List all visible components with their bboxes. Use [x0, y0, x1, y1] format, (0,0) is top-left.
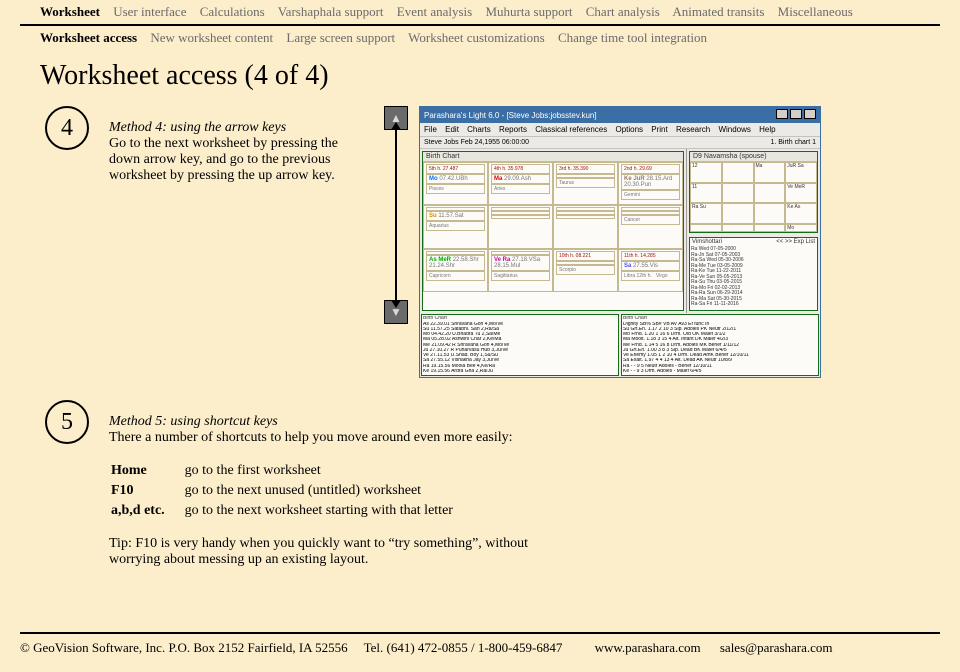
bhava-grid: 5th h. 27.487Mo 07.42.UBhPisces4th h. 35…	[423, 162, 683, 292]
menu-reports[interactable]: Reports	[499, 125, 527, 134]
nav-varsha[interactable]: Varshaphala support	[278, 4, 384, 19]
table-right: Birth Chart Dignity SB% SB# VB AV Av3 Ef…	[621, 314, 819, 376]
method5-intro: There a number of shortcuts to help you …	[109, 430, 549, 446]
desc-cell: go to the next unused (untitled) workshe…	[185, 482, 471, 500]
nav-ui[interactable]: User interface	[113, 4, 186, 19]
key-cell: Home	[111, 462, 183, 480]
double-arrow-icon	[395, 130, 397, 300]
subnav-large[interactable]: Large screen support	[286, 30, 395, 45]
d9-title: D9 Navamsha (spouse)	[690, 152, 817, 162]
toolbar-right: 1. Birth chart 1	[770, 139, 816, 146]
menu-classical[interactable]: Classical references	[535, 125, 607, 134]
footer: © GeoVision Software, Inc. P.O. Box 2152…	[20, 640, 940, 664]
menu-research[interactable]: Research	[676, 125, 710, 134]
nav-transits[interactable]: Animated transits	[672, 4, 764, 19]
footer-site-link[interactable]: www.parashara.com	[595, 640, 701, 655]
menu-file[interactable]: File	[424, 125, 437, 134]
app-titlebar: Parashara's Light 6.0 - [Steve Jobs:jobs…	[420, 107, 820, 123]
arrow-column: ▲ ▼	[379, 106, 413, 324]
vims-controls[interactable]: << >> Exp List	[776, 239, 815, 245]
bottom-tables: Birth ChartAs 22.39.01 Shravana Goh 4,Mo…	[420, 313, 820, 377]
menu-windows[interactable]: Windows	[718, 125, 750, 134]
toolbar-left: Steve Jobs Feb 24,1955 06:00:00	[424, 139, 529, 146]
app-title: Parashara's Light 6.0 - [Steve Jobs:jobs…	[424, 111, 597, 120]
table-left: Birth ChartAs 22.39.01 Shravana Goh 4,Mo…	[421, 314, 619, 376]
table-row: a,b,d etc.go to the next worksheet start…	[111, 502, 471, 520]
window-controls	[774, 109, 816, 121]
max-icon	[790, 109, 802, 119]
method5-tip: Tip: F10 is very handy when you quickly …	[109, 536, 549, 568]
footer-rule	[20, 632, 940, 634]
app-toolbar: Steve Jobs Feb 24,1955 06:00:00 1. Birth…	[420, 136, 820, 149]
subnav-changetime[interactable]: Change time tool integration	[558, 30, 707, 45]
sub-nav: Worksheet access New worksheet content L…	[20, 30, 940, 50]
app-screenshot: Parashara's Light 6.0 - [Steve Jobs:jobs…	[419, 106, 821, 378]
nav-event[interactable]: Event analysis	[397, 4, 472, 19]
birth-chart-title: Birth Chart	[423, 152, 683, 162]
key-cell: a,b,d etc.	[111, 502, 183, 520]
nav-calc[interactable]: Calculations	[200, 4, 265, 19]
subnav-new[interactable]: New worksheet content	[150, 30, 273, 45]
nav-muhurta[interactable]: Muhurta support	[485, 4, 572, 19]
app-menubar: File Edit Charts Reports Classical refer…	[420, 123, 820, 136]
d9-grid: 12MaJuR Sa11Ve MeRRa SuKe AsMo	[690, 162, 817, 232]
subnav-access[interactable]: Worksheet access	[40, 30, 137, 45]
desc-cell: go to the next worksheet starting with t…	[185, 502, 471, 520]
table-row: Homego to the first worksheet	[111, 462, 471, 480]
menu-options[interactable]: Options	[615, 125, 643, 134]
footer-email-link[interactable]: sales@parashara.com	[720, 640, 833, 655]
step-4-number: 4	[45, 106, 89, 150]
menu-edit[interactable]: Edit	[445, 125, 459, 134]
table-row: F10go to the next unused (untitled) work…	[111, 482, 471, 500]
birth-chart-panel: Birth Chart 5th h. 27.487Mo 07.42.UBhPis…	[422, 151, 684, 311]
vims-list: Ra Wed 07-05-2000Ra-Jn Sat 07-05-2003Ra-…	[690, 246, 817, 311]
min-icon	[776, 109, 788, 119]
vims-title: Vimshottari	[692, 239, 722, 245]
method5-heading: Method 5: using shortcut keys	[109, 414, 549, 430]
footer-tel: Tel. (641) 472-0855 / 1-800-459-6847	[364, 640, 563, 655]
key-cell: F10	[111, 482, 183, 500]
subnav-custom[interactable]: Worksheet customizations	[408, 30, 545, 45]
nav-chart-analysis[interactable]: Chart analysis	[586, 4, 660, 19]
desc-cell: go to the first worksheet	[185, 462, 471, 480]
menu-charts[interactable]: Charts	[467, 125, 491, 134]
top-rule	[20, 24, 940, 26]
step-5-number: 5	[45, 400, 89, 444]
method4-desc: Go to the next worksheet by pressing the…	[109, 136, 369, 184]
nav-worksheet[interactable]: Worksheet	[40, 4, 100, 19]
d9-panel: D9 Navamsha (spouse) 12MaJuR Sa11Ve MeRR…	[689, 151, 818, 233]
top-nav: Worksheet User interface Calculations Va…	[20, 0, 940, 22]
vimshottari-panel: Vimshottari << >> Exp List Ra Wed 07-05-2…	[689, 237, 818, 311]
shortcut-table: Homego to the first worksheet F10go to t…	[109, 460, 473, 522]
close-icon	[804, 109, 816, 119]
menu-print[interactable]: Print	[651, 125, 667, 134]
nav-misc[interactable]: Miscellaneous	[778, 4, 853, 19]
page-title: Worksheet access (4 of 4)	[40, 60, 940, 92]
footer-copyright: © GeoVision Software, Inc. P.O. Box 2152…	[20, 640, 348, 655]
menu-help[interactable]: Help	[759, 125, 775, 134]
method4-heading: Method 4: using the arrow keys	[109, 120, 369, 136]
